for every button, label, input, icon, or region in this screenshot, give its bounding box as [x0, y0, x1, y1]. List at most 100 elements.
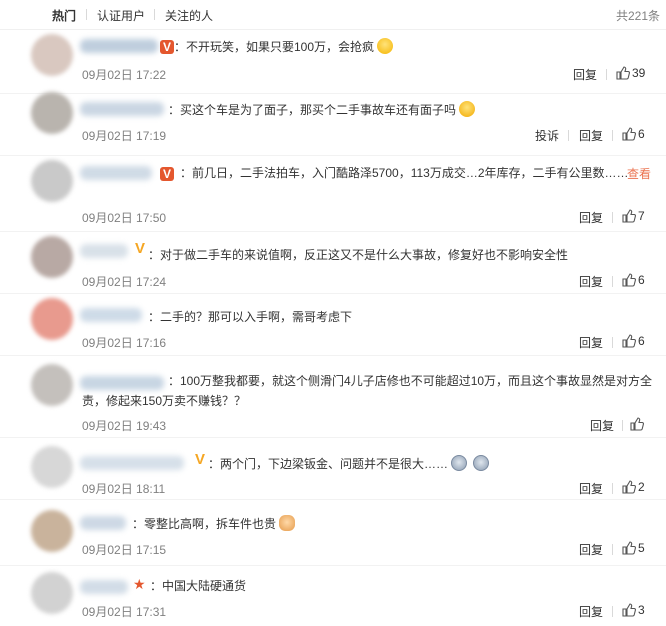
thumbs-up-icon [616, 66, 630, 80]
like-count: 2 [638, 480, 645, 494]
comment-item: ★ ：中国大陆硬通货 09月02日 17:31 回复 3 [0, 566, 666, 626]
comment-item: V ：前几日，二手法拍车，入门酷路泽5700，113万成交…2年库存，二手有公里… [0, 156, 666, 232]
avatar[interactable] [31, 92, 73, 134]
like-button[interactable]: 6 [622, 127, 645, 141]
like-count: 3 [638, 603, 645, 617]
reply-button[interactable]: 回复 [579, 127, 603, 144]
tab-divider [154, 9, 155, 20]
comment-item: V ：两个门，下边梁钣金、问题并不是很大…… 09月02日 18:11 回复 2 [0, 438, 666, 500]
username[interactable] [80, 308, 142, 322]
username[interactable] [80, 516, 126, 530]
reply-button[interactable]: 回复 [579, 273, 603, 290]
dog-emoji-icon [473, 455, 490, 471]
comment-time: 09月02日 17:22 [82, 68, 167, 82]
thumbs-up-icon [630, 417, 644, 431]
sweat-emoji-icon [459, 101, 476, 117]
comment-time: 09月02日 17:31 [82, 605, 167, 619]
username[interactable] [80, 102, 164, 116]
verified-badge-icon: V [160, 167, 174, 181]
username[interactable] [80, 244, 128, 258]
comment-time: 09月02日 17:16 [82, 336, 167, 350]
like-button[interactable]: 5 [622, 541, 645, 555]
like-count: 6 [638, 273, 645, 287]
report-button[interactable]: 投诉 [535, 127, 559, 144]
like-button[interactable]: 39 [616, 66, 645, 80]
avatar[interactable] [31, 510, 73, 552]
verified-badge-icon: V [160, 40, 174, 54]
avatar[interactable] [31, 298, 73, 340]
comment-time: 09月02日 17:19 [82, 129, 167, 143]
avatar[interactable] [31, 236, 73, 278]
username[interactable] [80, 456, 184, 470]
tab-following[interactable]: 关注的人 [165, 7, 213, 24]
action-divider [612, 483, 613, 494]
reply-button[interactable]: 回复 [590, 417, 614, 434]
comment-time: 09月02日 17:24 [82, 275, 167, 289]
comment-time: 09月02日 18:11 [82, 482, 166, 496]
reply-button[interactable]: 回复 [579, 541, 603, 558]
action-divider [568, 130, 569, 141]
red-star-badge-icon: ★ [133, 576, 146, 592]
comment-text: ：对于做二手车的来说值啊，反正这又不是什么大事故，修复好也不影响安全性 [148, 248, 569, 262]
reply-button[interactable]: 回复 [573, 66, 597, 83]
action-divider [612, 212, 613, 223]
thumbs-up-icon [622, 273, 636, 287]
comment-item: ：100万整我都要，就这个侧滑门4儿子店修也不可能超过10万，而且这个事故显然是… [0, 356, 666, 438]
comment-text: ：零整比高啊，拆车件也贵 [132, 514, 296, 534]
comment-text: ：买这个车是为了面子，那买个二手事故车还有面子吗 [168, 100, 476, 120]
thumbs-up-icon [622, 127, 636, 141]
gold-v-badge-icon: V [134, 240, 145, 257]
action-divider [612, 544, 613, 555]
cat-emoji-icon [279, 515, 296, 531]
thumbs-up-icon [622, 541, 636, 555]
comment-text: ：两个门，下边梁钣金、问题并不是很大…… [208, 454, 490, 474]
action-divider [622, 420, 623, 431]
comment-item: ：二手的？那可以入手啊，需哥考虑下 09月02日 17:16 回复 6 [0, 294, 666, 356]
like-button[interactable]: 3 [622, 603, 645, 617]
comment-text: ：二手的？那可以入手啊，需哥考虑下 [148, 310, 353, 324]
like-button[interactable] [630, 417, 646, 431]
tab-hot[interactable]: 热门 [52, 7, 76, 24]
dog-emoji-icon [451, 455, 468, 471]
tab-divider [86, 9, 87, 20]
like-button[interactable]: 6 [622, 273, 645, 287]
comment-item: ：零整比高啊，拆车件也贵 09月02日 17:15 回复 5 [0, 500, 666, 566]
reply-button[interactable]: 回复 [579, 603, 603, 620]
like-count: 39 [632, 66, 646, 80]
comment-item: ：买这个车是为了面子，那买个二手事故车还有面子吗 09月02日 17:19 投诉… [0, 92, 666, 156]
comment-text: ：100万整我都要，就这个侧滑门4儿子店修也不可能超过10万，而且这个事故显然是… [82, 374, 653, 408]
like-count: 7 [638, 209, 645, 223]
avatar[interactable] [31, 446, 73, 488]
expand-more-link[interactable]: 查看 [627, 165, 651, 182]
laugh-emoji-icon [377, 38, 394, 54]
like-button[interactable]: 2 [622, 480, 645, 494]
reply-button[interactable]: 回复 [579, 480, 603, 497]
username[interactable] [80, 39, 158, 53]
comment-item: V ：不开玩笑，如果只要100万，会抢疯 09月02日 17:22 回复 39 [0, 30, 666, 94]
like-count: 6 [638, 127, 645, 141]
avatar[interactable] [31, 34, 73, 76]
action-divider [612, 276, 613, 287]
comment-text: ：不开玩笑，如果只要100万，会抢疯 [174, 37, 394, 57]
action-divider [612, 337, 613, 348]
like-button[interactable]: 7 [622, 209, 645, 223]
avatar[interactable] [31, 364, 73, 406]
comment-text: ：前几日，二手法拍车，入门酷路泽5700，113万成交…2年库存，二手有公里数…… [180, 166, 629, 180]
reply-button[interactable]: 回复 [579, 209, 603, 226]
username[interactable] [80, 580, 128, 594]
comment-time: 09月02日 17:50 [82, 211, 167, 225]
gold-v-badge-icon: V [194, 451, 205, 468]
thumbs-up-icon [622, 603, 636, 617]
comment-text: ：中国大陆硬通货 [150, 579, 247, 593]
like-count: 5 [638, 541, 645, 555]
comment-tabs: 热门 认证用户 关注的人 共221条 [0, 0, 666, 30]
username[interactable] [80, 166, 152, 180]
tab-verified-users[interactable]: 认证用户 [97, 7, 145, 24]
thumbs-up-icon [622, 334, 636, 348]
action-divider [606, 69, 607, 80]
like-button[interactable]: 6 [622, 334, 645, 348]
avatar[interactable] [31, 160, 73, 202]
avatar[interactable] [31, 572, 73, 614]
reply-button[interactable]: 回复 [579, 334, 603, 351]
comment-total-count: 共221条 [615, 9, 660, 23]
